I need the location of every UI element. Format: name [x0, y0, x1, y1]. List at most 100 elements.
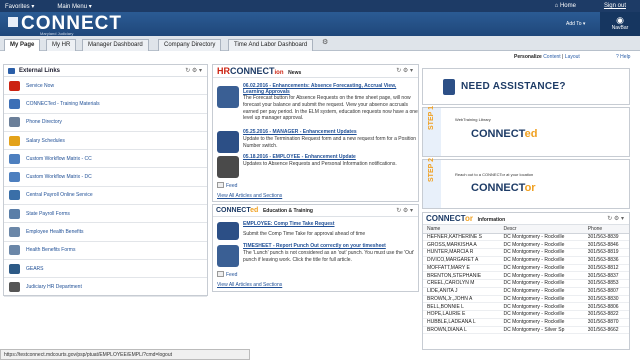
external-link-item[interactable]: GEARS — [4, 260, 207, 279]
name-cell: HUNTER,MARCIA R — [423, 248, 500, 257]
tab-settings-gear-icon[interactable]: ⚙ — [322, 38, 328, 46]
table-row[interactable]: HEFNER,KATHERINE S DC Montgomery - Rockvi… — [423, 233, 629, 242]
training-item-title[interactable]: EMPLOYEE: Comp Time Take Request — [243, 221, 418, 227]
panel-tools[interactable]: ↻ ⚙ ▾ — [185, 67, 202, 74]
news-item-title[interactable]: 05.18.2016 - EMPLOYEE - Enhancement Upda… — [243, 154, 418, 160]
tab-my-page[interactable]: My Page — [4, 39, 41, 51]
table-row[interactable]: BROWN,DIANA L DC Montgomery - Silver Sp 30… — [423, 326, 629, 335]
personalize-content-link[interactable]: Content — [543, 54, 561, 60]
news-item-desc: The Forecast button for Absence Requests… — [243, 95, 418, 122]
news-item-title[interactable]: 06.02.2016 - Enhancements: Absence Forec… — [243, 83, 418, 95]
external-link-item[interactable]: Health Benefits Forms — [4, 242, 207, 260]
phone-cell: 301/563-8662 — [583, 326, 629, 335]
main-menu[interactable]: Main Menu ▾ — [57, 3, 91, 10]
add-to-menu[interactable]: Add To ▾ — [566, 21, 585, 27]
tab-manager-dashboard[interactable]: Manager Dashboard — [82, 39, 149, 51]
table-row[interactable]: LIDE,ANITA J DC Montgomery - Rockville 301… — [423, 287, 629, 296]
calendar-icon — [217, 86, 239, 108]
name-cell: GROSS,MARKISHA A — [423, 240, 500, 249]
external-link-item[interactable]: Central Payroll Online Service — [4, 187, 207, 206]
phone-cell: 301/563-8846 — [583, 240, 629, 249]
link-icon — [8, 68, 15, 74]
phone-cell: 301/563-8836 — [583, 256, 629, 265]
personalize-layout-link[interactable]: Layout — [565, 54, 580, 60]
phone-cell: 301/563-8839 — [583, 233, 629, 242]
panel-tools[interactable]: ↻ ⚙ ▾ — [396, 207, 413, 214]
descr-cell: DC Montgomery - Rockville — [499, 310, 584, 319]
training-item: TIMESHEET - Report Punch Out correctly o… — [213, 243, 420, 271]
external-links-panel: External Links ↻ ⚙ ▾ Service Now CONNECTe… — [3, 64, 208, 297]
external-link-item[interactable]: CONNECTed - Training Materials — [4, 95, 207, 114]
table-row[interactable]: HOPE,LAURIE E DC Montgomery - Rockville 30… — [423, 310, 629, 319]
table-row[interactable]: GROSS,MARKISHA A DC Montgomery - Rockvill… — [423, 240, 629, 249]
tab-bar: My Page My HR Manager Dashboard Company … — [0, 36, 640, 51]
tab-time-and-labor-dashboard[interactable]: Time And Labor Dashboard — [228, 39, 314, 51]
help-link[interactable]: ? Help — [616, 54, 630, 60]
tab-my-hr[interactable]: My HR — [46, 39, 77, 51]
step2-connector-banner[interactable]: STEP 2 Reach out to a CONNECTor at your … — [422, 158, 630, 209]
training-feed-link[interactable]: Feed — [217, 271, 237, 278]
training-item-title[interactable]: TIMESHEET - Report Punch Out correctly o… — [243, 243, 418, 249]
name-cell: HUBBLE,LADEANA L — [423, 318, 500, 327]
home-link[interactable]: ⌂ Home — [555, 3, 590, 9]
descr-cell: DC Montgomery - Rockville — [499, 271, 584, 280]
link-item-icon — [9, 227, 20, 238]
table-row[interactable]: MOFFATT,MARY E DC Montgomery - Rockville 3… — [423, 264, 629, 273]
name-cell: CREEL,CAROLYN M — [423, 279, 500, 288]
phone-cell: 301/563-8822 — [583, 310, 629, 319]
table-row[interactable]: BRENTON,STEPHANIE DC Montgomery - Rockvil… — [423, 271, 629, 280]
table-row[interactable]: BROWN,Jr.,JOHN A DC Montgomery - Rockvill… — [423, 295, 629, 304]
table-row[interactable]: HUNTER,MARCIA R DC Montgomery - Rockville… — [423, 248, 629, 257]
external-link-item[interactable]: Employee Health Benefits — [4, 223, 207, 242]
step1-training-library-banner[interactable]: STEP 1 WebTraining Library CONNECTed — [422, 106, 630, 157]
logo-mark-icon — [8, 17, 18, 27]
external-link-label: Phone Directory — [26, 119, 62, 126]
manager-icon — [217, 131, 239, 153]
external-link-label: Central Payroll Online Service — [26, 192, 93, 199]
descr-cell: DC Montgomery - Silver Sp — [499, 326, 584, 335]
navbar-button[interactable]: ◉ NavBar — [600, 12, 640, 36]
name-cell: DIVICO,MARGARET A — [423, 256, 500, 265]
phone-cell: 301/563-8870 — [583, 318, 629, 327]
panel-tools[interactable]: ↻ ⚙ ▾ — [396, 67, 413, 74]
name-cell: HEFNER,KATHERINE S — [423, 233, 500, 242]
descr-cell: DC Montgomery - Rockville — [499, 295, 584, 304]
training-view-all-link[interactable]: View All Articles and Sections — [217, 282, 282, 288]
external-link-item[interactable]: Service Now — [4, 77, 207, 96]
external-link-label: CONNECTed - Training Materials — [26, 100, 100, 107]
table-row[interactable]: HUBBLE,LADEANA L DC Montgomery - Rockvill… — [423, 318, 629, 327]
phone-cell: 301/563-8819 — [583, 248, 629, 257]
link-item-icon — [9, 263, 20, 274]
external-link-label: Salary Schedules — [26, 137, 65, 144]
column-header[interactable]: Phone — [583, 225, 629, 234]
connector-table: Name Descr Phone HEFNER,KATHERINE S DC Mo… — [423, 225, 629, 335]
top-bar: Favorites ▾ Main Menu ▾ ⌂ Home Sign out — [0, 0, 640, 12]
external-link-item[interactable]: Custom Workflow Matrix - CC — [4, 150, 207, 169]
descr-cell: DC Montgomery - Rockville — [499, 264, 584, 273]
link-item-icon — [9, 80, 20, 91]
table-row[interactable]: DIVICO,MARGARET A DC Montgomery - Rockvil… — [423, 256, 629, 265]
hr-connection-logo: HRCONNECTion — [217, 66, 284, 76]
sign-out-link[interactable]: Sign out — [604, 3, 626, 9]
news-feed-link[interactable]: Feed — [217, 182, 237, 189]
favorites-menu[interactable]: Favorites ▾ — [5, 3, 34, 10]
table-row[interactable]: BELL,BONNIE L DC Montgomery - Rockville 30… — [423, 302, 629, 311]
table-row[interactable]: CREEL,CAROLYN M DC Montgomery - Rockville… — [423, 279, 629, 288]
tab-company-directory[interactable]: Company Directory — [158, 39, 222, 51]
news-view-all-link[interactable]: View All Articles and Sections — [217, 193, 282, 199]
question-icon — [443, 78, 455, 95]
external-link-item[interactable]: Phone Directory — [4, 114, 207, 132]
panel-tools[interactable]: ↻ ⚙ ▾ — [607, 215, 624, 222]
news-item-title[interactable]: 05.25.2016 - MANAGER - Enhancement Updat… — [243, 129, 418, 135]
external-link-item[interactable]: Custom Workflow Matrix - DC — [4, 168, 207, 187]
external-link-item[interactable]: Salary Schedules — [4, 132, 207, 151]
news-item: 05.25.2016 - MANAGER - Enhancement Updat… — [213, 129, 420, 155]
external-link-item[interactable]: Judiciary HR Department — [4, 278, 207, 297]
external-link-item[interactable]: State Payroll Forms — [4, 205, 207, 224]
column-header[interactable]: Name — [423, 225, 500, 234]
training-item-desc: Submit the Comp Time Take for approval a… — [243, 231, 366, 237]
name-cell: LIDE,ANITA J — [423, 287, 500, 296]
descr-cell: DC Montgomery - Rockville — [499, 279, 584, 288]
descr-cell: DC Montgomery - Rockville — [499, 256, 584, 265]
column-header[interactable]: Descr — [499, 225, 584, 234]
